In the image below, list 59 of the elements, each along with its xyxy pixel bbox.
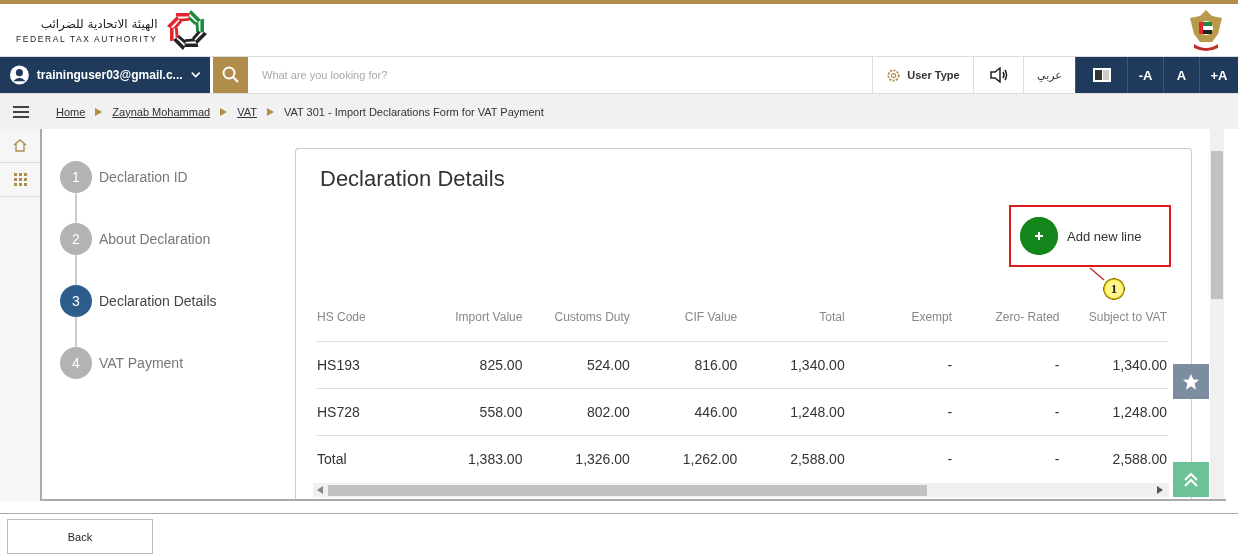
step-item[interactable]: 4 VAT Payment bbox=[60, 347, 280, 409]
table-cell: 825.00 bbox=[416, 341, 524, 389]
table-cell: - bbox=[953, 341, 1061, 389]
table-cell: - bbox=[845, 341, 954, 389]
column-header: Exempt bbox=[845, 293, 954, 342]
step-label: Declaration ID bbox=[99, 168, 188, 187]
step-item[interactable]: 3 Declaration Details bbox=[60, 285, 280, 347]
font-size-button[interactable]: -A bbox=[1127, 57, 1163, 93]
column-header: HS Code bbox=[316, 293, 416, 342]
column-header: Import Value bbox=[416, 293, 524, 342]
table-cell: 1,340.00 bbox=[1060, 341, 1168, 389]
table-cell: 1,248.00 bbox=[1060, 388, 1168, 436]
user-menu[interactable]: traininguser03@gmail.c... bbox=[0, 57, 210, 93]
column-header: Total bbox=[738, 293, 846, 342]
step-number: 3 bbox=[60, 285, 92, 317]
table-cell: - bbox=[845, 435, 954, 482]
table-cell: - bbox=[845, 388, 954, 436]
column-header: Subject to VAT bbox=[1060, 293, 1168, 342]
column-header: Customs Duty bbox=[523, 293, 631, 342]
table-cell: 816.00 bbox=[630, 341, 739, 389]
table-cell: 2,588.00 bbox=[1060, 435, 1168, 482]
table-cell: HS728 bbox=[316, 388, 416, 436]
breadcrumb-link[interactable]: Zaynab Mohammad bbox=[112, 105, 211, 118]
table-cell: 524.00 bbox=[523, 341, 631, 389]
column-header: Zero- Rated bbox=[953, 293, 1061, 342]
breadcrumb-link[interactable]: VAT bbox=[237, 105, 257, 118]
step-number: 4 bbox=[60, 347, 92, 379]
step-label: VAT Payment bbox=[99, 354, 184, 373]
table-cell: 1,262.00 bbox=[630, 435, 739, 482]
step-number: 2 bbox=[60, 223, 92, 255]
org-name-arabic: الهيئة الاتحادية للضرائب bbox=[40, 16, 158, 31]
breadcrumb-current: VAT 301 - Import Declarations Form for VAT Payment bbox=[283, 105, 544, 118]
column-header: CIF Value bbox=[630, 293, 739, 342]
table-cell: 446.00 bbox=[630, 388, 739, 436]
org-name: FEDERAL TAX AUTHORITY bbox=[16, 33, 158, 44]
step-item[interactable]: 1 Declaration ID bbox=[60, 161, 280, 223]
back-button[interactable]: Back bbox=[7, 519, 153, 554]
table-cell: 2,588.00 bbox=[738, 435, 846, 482]
step-label: Declaration Details bbox=[99, 292, 217, 311]
step-number: 1 bbox=[60, 161, 92, 193]
font-size-button[interactable]: +A bbox=[1199, 57, 1238, 93]
user-email: traininguser03@gmail.c... bbox=[36, 68, 183, 82]
table-cell: 1,248.00 bbox=[738, 388, 846, 436]
table-cell: 558.00 bbox=[416, 388, 524, 436]
callout-number: 1 bbox=[1103, 278, 1125, 300]
table-cell: 802.00 bbox=[523, 388, 631, 436]
table-cell: 1,340.00 bbox=[738, 341, 846, 389]
table-cell: - bbox=[953, 388, 1061, 436]
card-title: Declaration Details bbox=[320, 165, 506, 193]
breadcrumb-link[interactable]: Home bbox=[56, 105, 86, 118]
table-cell: HS193 bbox=[316, 341, 416, 389]
table-cell: - bbox=[953, 435, 1061, 482]
step-label: About Declaration bbox=[99, 230, 211, 249]
add-line-button[interactable]: Add new line bbox=[1020, 217, 1142, 255]
table-cell: Total bbox=[316, 435, 416, 482]
step-item[interactable]: 2 About Declaration bbox=[60, 223, 280, 285]
table-cell: 1,326.00 bbox=[523, 435, 631, 482]
font-size-button[interactable]: A bbox=[1163, 57, 1199, 93]
table-cell: 1,383.00 bbox=[416, 435, 524, 482]
